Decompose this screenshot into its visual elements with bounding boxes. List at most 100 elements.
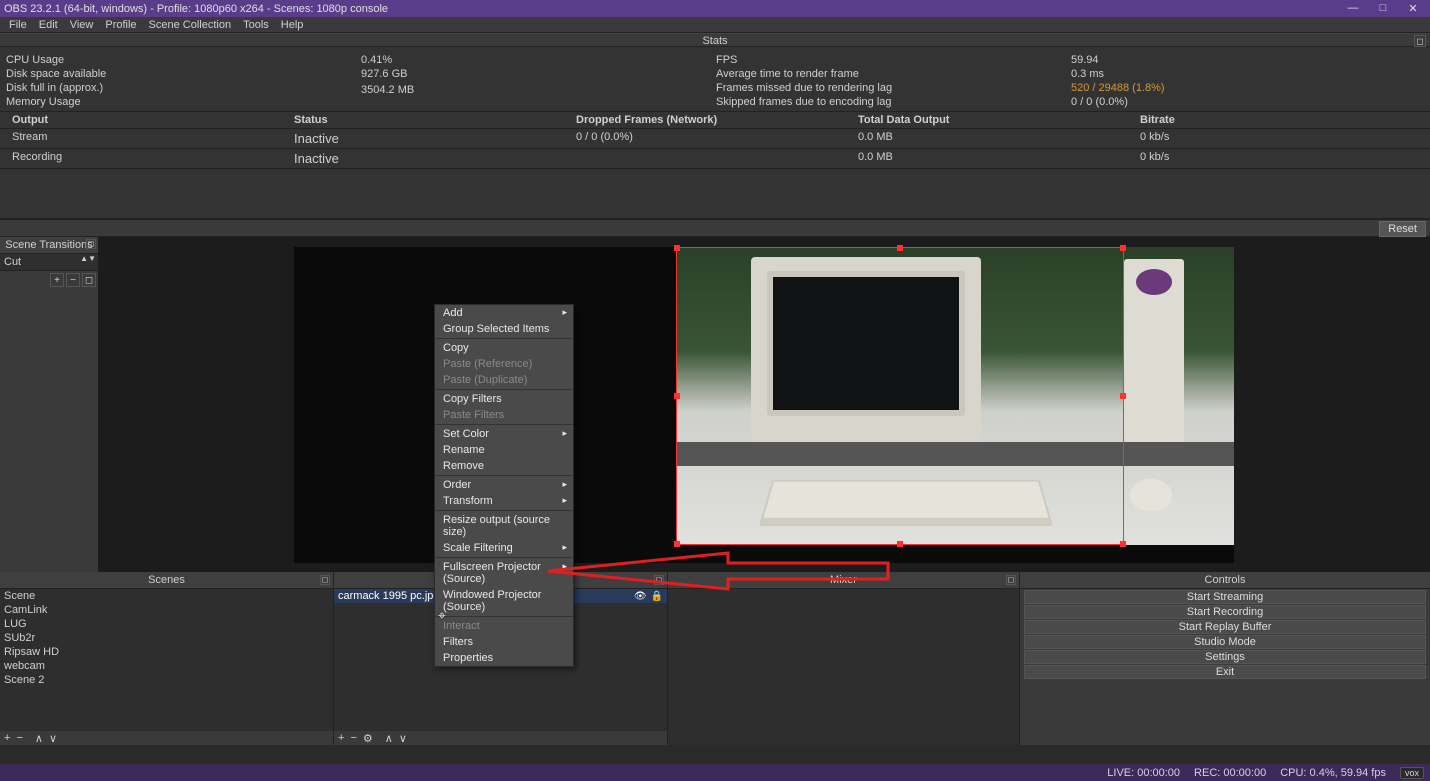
stat-skipped-value: 0 / 0 (0.0%) (1065, 95, 1430, 109)
scenes-panel: Scenes ◻ Scene CamLink LUG SUb2r Ripsaw … (0, 572, 334, 745)
start-replay-buffer-button[interactable]: Start Replay Buffer (1024, 620, 1426, 634)
scenes-title[interactable]: Scenes ◻ (0, 572, 333, 589)
close-button[interactable]: ✕ (1406, 2, 1420, 15)
status-rec: REC: 00:00:00 (1194, 767, 1266, 779)
ctx-filters[interactable]: Filters (435, 634, 573, 650)
stat-render-label: Average time to render frame (710, 67, 1065, 81)
scene-item[interactable]: webcam (0, 659, 333, 673)
window-buttons: — □ ✕ (1346, 2, 1426, 15)
transition-remove-button[interactable]: − (66, 273, 80, 287)
source-down-button[interactable]: ∨ (399, 732, 407, 745)
ctx-transform[interactable]: Transform▸ (435, 493, 573, 509)
out-stream-dropped: 0 / 0 (0.0%) (564, 129, 846, 148)
stat-fps-label: FPS (710, 53, 1065, 67)
out-stream-bitrate: 0 kb/s (1128, 129, 1430, 148)
mixer-popout-icon[interactable]: ◻ (1006, 575, 1016, 585)
source-up-button[interactable]: ∧ (385, 732, 393, 745)
preview-area[interactable]: Add▸ Group Selected Items Copy Paste (Re… (98, 237, 1430, 572)
context-menu: Add▸ Group Selected Items Copy Paste (Re… (434, 304, 574, 667)
menu-profile[interactable]: Profile (100, 19, 141, 31)
menu-view[interactable]: View (65, 19, 99, 31)
ctx-remove[interactable]: Remove (435, 458, 573, 474)
minimize-button[interactable]: — (1346, 2, 1360, 15)
scene-transitions-label: Scene Transitions (5, 239, 92, 251)
transition-select[interactable]: Cut ▲▼ (0, 254, 98, 271)
ctx-order[interactable]: Order▸ (435, 477, 573, 493)
start-streaming-button[interactable]: Start Streaming (1024, 590, 1426, 604)
scene-remove-button[interactable]: − (16, 732, 22, 744)
ctx-add[interactable]: Add▸ (435, 305, 573, 321)
stat-mem-value: 3504.2 MB (355, 83, 710, 97)
out-h-bitrate: Bitrate (1128, 112, 1430, 128)
output-row-stream: Stream Inactive 0 / 0 (0.0%) 0.0 MB 0 kb… (0, 129, 1430, 149)
ctx-copy-filters[interactable]: Copy Filters (435, 391, 573, 407)
scene-transitions-popout-icon[interactable]: ◻ (86, 239, 96, 249)
output-table-header: Output Status Dropped Frames (Network) T… (0, 112, 1430, 129)
ctx-properties[interactable]: Properties (435, 650, 573, 666)
scenes-title-label: Scenes (148, 574, 185, 586)
out-stream-total: 0.0 MB (846, 129, 1128, 148)
scene-item[interactable]: SUb2r (0, 631, 333, 645)
source-settings-button[interactable]: ⚙ (363, 732, 373, 745)
transition-selected-value: Cut (4, 256, 21, 268)
ctx-group[interactable]: Group Selected Items (435, 321, 573, 337)
out-h-total: Total Data Output (846, 112, 1128, 128)
stats-dock-title[interactable]: Stats ◻ (0, 33, 1430, 47)
scene-up-button[interactable]: ∧ (35, 732, 43, 745)
menu-bar: File Edit View Profile Scene Collection … (0, 17, 1430, 33)
ctx-set-color[interactable]: Set Color▸ (435, 426, 573, 442)
out-stream-status: Inactive (282, 129, 564, 148)
menu-edit[interactable]: Edit (34, 19, 63, 31)
controls-title[interactable]: Controls (1020, 572, 1430, 589)
menu-file[interactable]: File (4, 19, 32, 31)
ctx-resize-output[interactable]: Resize output (source size) (435, 512, 573, 540)
scene-item[interactable]: CamLink (0, 603, 333, 617)
out-rec-bitrate: 0 kb/s (1128, 149, 1430, 168)
stat-mem-label: Memory Usage (0, 95, 355, 109)
mixer-panel: Mixer ◻ (668, 572, 1020, 745)
titlebar: OBS 23.2.1 (64-bit, windows) - Profile: … (0, 0, 1430, 17)
ctx-paste-dup: Paste (Duplicate) (435, 372, 573, 388)
reset-button[interactable]: Reset (1379, 221, 1426, 237)
scene-item[interactable]: Scene 2 (0, 673, 333, 687)
source-remove-button[interactable]: − (350, 732, 356, 744)
exit-button[interactable]: Exit (1024, 665, 1426, 679)
stat-cpu-value: 0.41% (355, 53, 710, 67)
transition-settings-button[interactable]: ◻ (82, 273, 96, 287)
ctx-paste-filters: Paste Filters (435, 407, 573, 423)
scenes-popout-icon[interactable]: ◻ (320, 575, 330, 585)
out-h-output: Output (0, 112, 282, 128)
output-table-spacer (0, 169, 1430, 219)
output-row-recording: Recording Inactive 0.0 MB 0 kb/s (0, 149, 1430, 169)
out-h-status: Status (282, 112, 564, 128)
status-live: LIVE: 00:00:00 (1107, 767, 1180, 779)
scene-transitions-title[interactable]: Scene Transitions ◻ (0, 237, 98, 254)
source-add-button[interactable]: + (338, 732, 344, 744)
stats-title-label: Stats (702, 35, 727, 47)
menu-help[interactable]: Help (276, 19, 309, 31)
menu-scene-collection[interactable]: Scene Collection (144, 19, 237, 31)
scene-item[interactable]: Scene (0, 589, 333, 603)
scene-item[interactable]: LUG (0, 617, 333, 631)
transition-add-button[interactable]: + (50, 273, 64, 287)
sources-footer: + − ⚙ ∧ ∨ (334, 731, 667, 745)
ctx-paste-ref: Paste (Reference) (435, 356, 573, 372)
menu-tools[interactable]: Tools (238, 19, 274, 31)
scene-add-button[interactable]: + (4, 732, 10, 744)
scenes-footer: + − ∧ ∨ (0, 731, 333, 745)
stat-cpu-label: CPU Usage (0, 53, 355, 67)
updown-icon: ▲▼ (80, 256, 96, 262)
ctx-copy[interactable]: Copy (435, 340, 573, 356)
scenes-list[interactable]: Scene CamLink LUG SUb2r Ripsaw HD webcam… (0, 589, 333, 731)
scene-item[interactable]: Ripsaw HD (0, 645, 333, 659)
out-rec-total: 0.0 MB (846, 149, 1128, 168)
settings-button[interactable]: Settings (1024, 650, 1426, 664)
out-rec-name: Recording (0, 149, 282, 168)
ctx-rename[interactable]: Rename (435, 442, 573, 458)
start-recording-button[interactable]: Start Recording (1024, 605, 1426, 619)
selection-box[interactable] (676, 247, 1124, 545)
scene-down-button[interactable]: ∨ (49, 732, 57, 745)
maximize-button[interactable]: □ (1376, 2, 1390, 15)
stats-popout-icon[interactable]: ◻ (1414, 35, 1426, 47)
studio-mode-button[interactable]: Studio Mode (1024, 635, 1426, 649)
